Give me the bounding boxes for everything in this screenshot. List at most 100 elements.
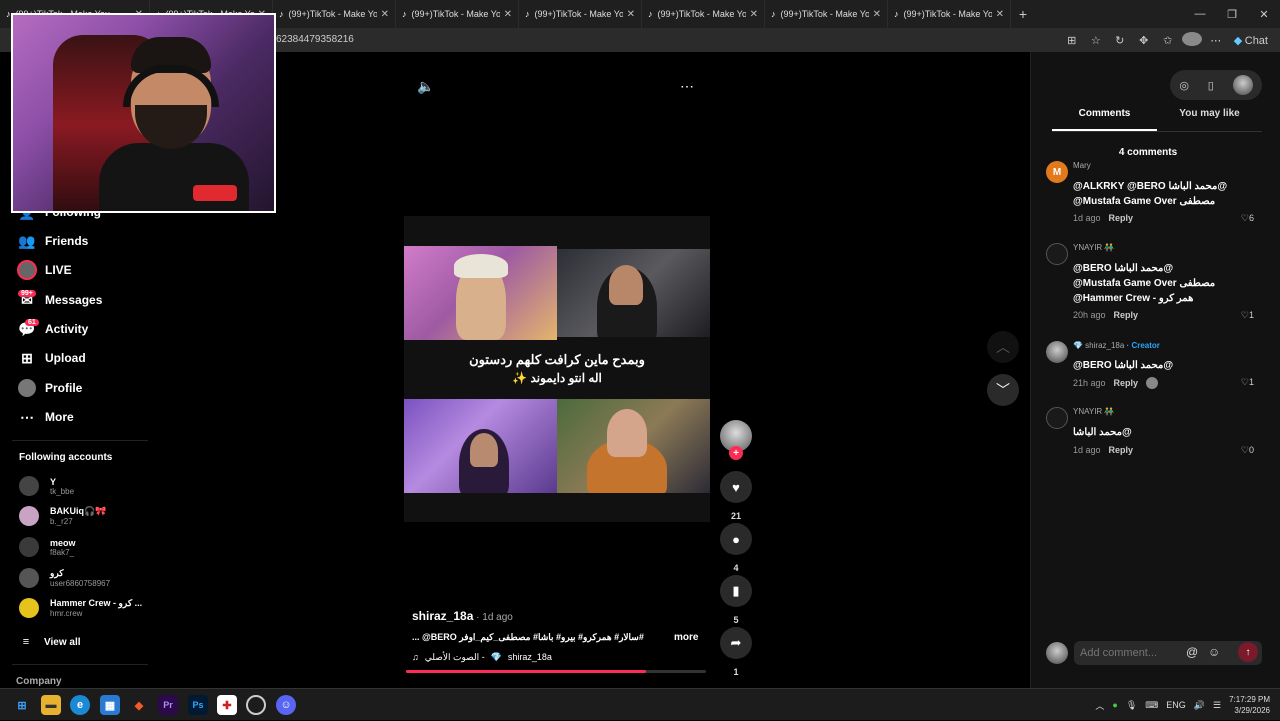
mention-icon[interactable]: @ [1186, 645, 1198, 659]
profile-avatar[interactable] [1181, 31, 1202, 49]
sidebar-item-live[interactable]: LIVE [16, 260, 72, 280]
photoshop-icon[interactable]: Ps [188, 695, 208, 715]
capcut-icon[interactable]: ✚ [217, 695, 237, 715]
tab-you-may-like[interactable]: You may like [1157, 108, 1262, 131]
volume-icon[interactable]: 🔈 [417, 78, 434, 95]
sidebar-item-more[interactable]: ⋯ More [16, 407, 74, 427]
close-icon[interactable]: ✕ [750, 9, 758, 20]
close-icon[interactable]: ✕ [504, 9, 512, 20]
following-account[interactable]: BAKUiq🎧🎀 b._r27 [19, 506, 106, 526]
mobile-icon[interactable]: ▯ [1208, 79, 1214, 92]
chevron-up-icon[interactable]: ︿ [1095, 699, 1104, 712]
more-button[interactable]: more [674, 632, 698, 643]
browser-tab[interactable]: ♪ (99+)TikTok - Make You ✕ [519, 0, 642, 28]
author-name[interactable]: shiraz_18a [412, 609, 473, 623]
following-account[interactable]: meow f8ak7_ [19, 537, 76, 557]
obs-icon[interactable] [246, 695, 266, 715]
commenter-name[interactable]: Mary [1073, 161, 1091, 170]
commenter-name[interactable]: YNAYIR 👬 [1073, 407, 1114, 416]
video-progress-bar[interactable] [406, 670, 706, 673]
share-action[interactable]: ➦ 1 [720, 627, 752, 677]
bookmark-icon[interactable]: ▮ [720, 575, 752, 607]
comment-like[interactable]: ♡0 [1241, 445, 1254, 456]
avatar[interactable] [1046, 243, 1068, 265]
language-indicator[interactable]: ENG [1166, 700, 1186, 710]
company-link[interactable]: Company [16, 676, 62, 687]
browser-tab[interactable]: ♪ (99+)TikTok - Make You ✕ [273, 0, 396, 28]
browser-tab[interactable]: ♪ (99+)TikTok - Make You ✕ [396, 0, 519, 28]
premiere-icon[interactable]: Pr [158, 695, 178, 715]
clock[interactable]: 7:17:29 PM 3/29/2026 [1229, 694, 1270, 716]
close-icon[interactable]: ✕ [873, 9, 881, 20]
copilot-chat-button[interactable]: ◆ Chat [1230, 34, 1272, 47]
share-icon[interactable]: ➦ [720, 627, 752, 659]
avatar[interactable] [1046, 341, 1068, 363]
comment-action[interactable]: ● 4 [720, 523, 752, 573]
tab-title: (99+)TikTok - Make You [534, 9, 623, 19]
sidebar-item-friends[interactable]: 👥 Friends [16, 231, 88, 251]
previous-video-button[interactable]: ︿ [987, 331, 1019, 363]
microphone-icon[interactable]: 🎙 [1126, 700, 1137, 711]
follow-plus-icon[interactable]: + [729, 446, 743, 460]
avatar[interactable] [1046, 407, 1068, 429]
following-account[interactable]: كرو user6860758967 [19, 568, 110, 588]
video-more-icon[interactable]: ⋯ [680, 78, 694, 95]
reply-button[interactable]: Reply [1114, 378, 1139, 388]
sidebar-item-upload[interactable]: ⊞ Upload [16, 348, 86, 368]
compass-icon[interactable]: ◎ [1179, 79, 1189, 92]
reply-button[interactable]: Reply [1109, 213, 1134, 223]
browser-tab[interactable]: ♪ (99+)TikTok - Make You ✕ [888, 0, 1011, 28]
more-icon[interactable]: ⋯ [1206, 34, 1226, 47]
avatar[interactable]: M [1046, 161, 1068, 183]
favorite-star-icon[interactable]: ☆ [1086, 34, 1106, 47]
video-author[interactable]: shiraz_18a · 1d ago [412, 609, 513, 623]
comment-input[interactable] [1074, 641, 1262, 665]
store-icon[interactable]: ▦ [100, 695, 120, 715]
sidebar-item-profile[interactable]: Profile [16, 378, 82, 398]
network-app-icon[interactable]: ● [1112, 700, 1117, 710]
save-action[interactable]: ▮ 5 [720, 575, 752, 625]
reply-button[interactable]: Reply [1114, 310, 1139, 320]
favorites-icon[interactable]: ✩ [1158, 34, 1178, 47]
heart-icon[interactable]: ♥ [720, 471, 752, 503]
comment-like[interactable]: ♡1 [1241, 310, 1254, 321]
new-tab-button[interactable]: + [1011, 6, 1035, 22]
maximize-icon[interactable]: ❐ [1216, 0, 1248, 28]
keyboard-icon[interactable]: ⌨ [1145, 700, 1158, 711]
minimize-icon[interactable]: — [1184, 0, 1216, 28]
volume-icon[interactable]: 🔊 [1194, 700, 1205, 711]
video-music[interactable]: ♫ الصوت الأصلي - 💎 shiraz_18a [412, 652, 552, 663]
url-field[interactable]: 62384479358216 [276, 34, 354, 45]
reply-button[interactable]: Reply [1109, 445, 1134, 455]
tab-comments[interactable]: Comments [1052, 108, 1157, 131]
comment-like[interactable]: ♡1 [1241, 377, 1254, 388]
comment-icon[interactable]: ● [720, 523, 752, 555]
post-comment-button[interactable]: ↑ [1238, 642, 1258, 662]
discord-icon[interactable]: ☺ [276, 695, 296, 715]
video-player[interactable]: وبمدح ماين كرافت كلهم ردستون اله انتو دا… [404, 216, 710, 522]
next-video-button[interactable]: ﹀ [987, 374, 1019, 406]
close-icon[interactable]: ✕ [627, 9, 635, 20]
view-all-link[interactable]: ≡ View all [19, 632, 81, 652]
brave-icon[interactable]: ◆ [129, 695, 149, 715]
commenter-name[interactable]: YNAYIR 👬 [1073, 243, 1114, 252]
wifi-icon[interactable]: ☰ [1213, 700, 1221, 711]
extensions-icon[interactable]: ✥ [1134, 34, 1154, 47]
close-icon[interactable]: ✕ [996, 9, 1004, 20]
refresh-icon[interactable]: ↻ [1110, 34, 1130, 47]
browser-tab[interactable]: ♪ (99+)TikTok - Make You ✕ [765, 0, 888, 28]
following-account[interactable]: Hammer Crew - كرو ... hmr.crew [19, 598, 142, 618]
following-account[interactable]: Ytk_bbe [19, 476, 74, 496]
edge-icon[interactable]: e [70, 695, 90, 715]
close-icon[interactable]: ✕ [381, 9, 389, 20]
comment-like[interactable]: ♡6 [1241, 213, 1254, 224]
user-avatar[interactable] [1232, 75, 1253, 95]
file-explorer-icon[interactable]: ▬ [41, 695, 61, 715]
windows-start-icon[interactable]: ⊞ [12, 695, 32, 715]
browser-tab[interactable]: ♪ (99+)TikTok - Make You ✕ [642, 0, 765, 28]
close-window-icon[interactable]: ✕ [1248, 0, 1280, 28]
commenter-name[interactable]: 💎 shiraz_18a · Creator [1073, 341, 1160, 350]
apps-icon[interactable]: ⊞ [1062, 34, 1082, 47]
like-action[interactable]: ♥ 21 [720, 471, 752, 521]
emoji-icon[interactable]: ☺ [1208, 645, 1220, 659]
